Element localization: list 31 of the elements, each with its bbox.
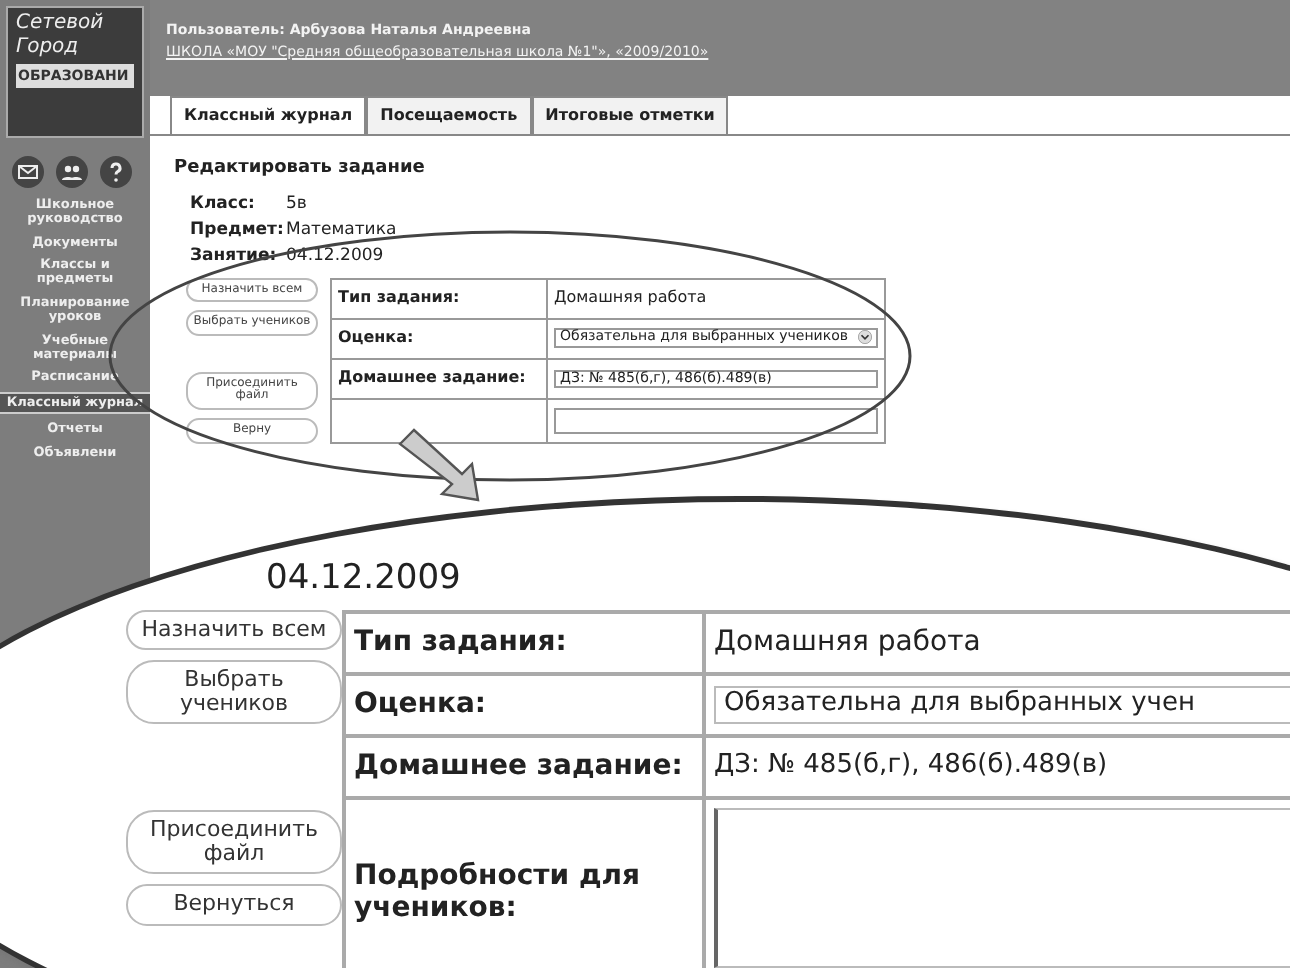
people-icon[interactable] <box>56 156 88 188</box>
row-label: Тип задания: <box>354 626 567 659</box>
help-icon[interactable] <box>100 156 132 188</box>
tab[interactable]: Итоговые отметки <box>531 96 729 134</box>
form-button[interactable]: Назначить всем <box>126 610 342 651</box>
cell-value: Домашняя работа <box>714 626 981 659</box>
arrow-icon <box>398 428 480 502</box>
form-button[interactable]: Присоединить файл <box>126 810 342 875</box>
field-label: Предмет: <box>190 219 286 242</box>
page-title: Редактировать задание <box>172 156 427 182</box>
form-button[interactable]: Вернуться <box>126 884 342 926</box>
mail-icon[interactable] <box>12 156 44 188</box>
field-value: Математика <box>286 219 397 240</box>
field-label: Класс: <box>190 193 257 216</box>
row-label: Подробности для учеников: <box>354 860 640 925</box>
tab[interactable]: Посещаемость <box>366 96 532 134</box>
field-value: 04.12.2009 <box>286 245 384 266</box>
select-field[interactable]: Обязательна для выбранных учен <box>714 686 1290 724</box>
text-area[interactable] <box>554 407 878 434</box>
form-button[interactable]: Выбрать учеников <box>126 660 342 725</box>
date-text: 04.12.2009 <box>266 556 461 602</box>
row-label: Тип задания: <box>338 287 460 306</box>
field-value: 5в <box>286 193 307 213</box>
caret-icon[interactable] <box>857 330 872 345</box>
cell-value: Домашняя работа <box>554 287 707 306</box>
field-label: Занятие: <box>190 245 279 268</box>
row-label: Домашнее задание: <box>354 750 683 783</box>
row-label: Оценка: <box>354 688 486 721</box>
row-label: Домашнее задание: <box>338 367 526 386</box>
tab[interactable]: Классный журнал <box>170 96 367 134</box>
row-label: Оценка: <box>338 327 414 346</box>
